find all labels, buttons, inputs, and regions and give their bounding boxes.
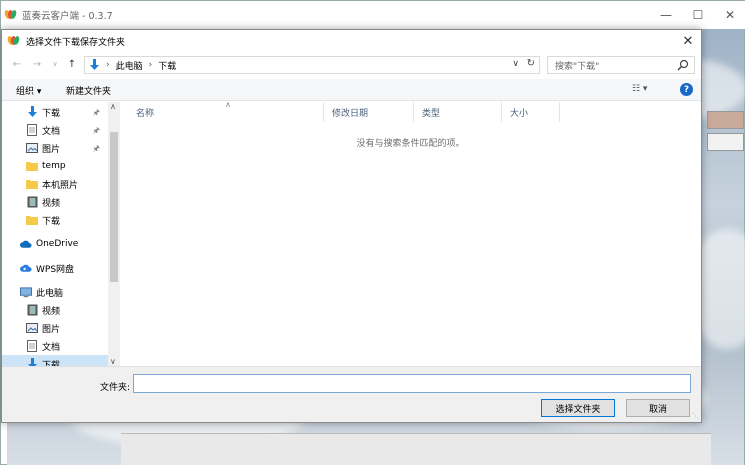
document-icon [26, 124, 38, 136]
computer-icon [20, 286, 32, 298]
nav-item-videos[interactable]: 视频 [2, 193, 108, 211]
background-button [707, 111, 744, 129]
nav-item-label: OneDrive [36, 239, 79, 249]
empty-message: 没有与搜索条件匹配的项。 [356, 139, 465, 149]
up-arrow-icon[interactable]: ↑ [65, 57, 79, 71]
download-icon [26, 358, 38, 366]
picture-icon [26, 323, 38, 334]
nav-item-label: 本机照片 [42, 180, 79, 191]
new-folder-button[interactable]: 新建文件夹 [66, 84, 111, 97]
breadcrumb-downloads[interactable]: 下载 [158, 59, 176, 72]
folder-icon [26, 161, 38, 172]
address-row: ← → ∨ ↑ › 此电脑 › 下载 ∨ ↻ 搜索"下载" [2, 54, 701, 76]
forward-arrow-icon[interactable]: → [30, 57, 44, 71]
nav-item-label: 下载 [42, 108, 61, 119]
dialog-title: 选择文件下载保存文件夹 [26, 37, 126, 48]
dialog-titlebar: 选择文件下载保存文件夹 ✕ [2, 30, 701, 52]
app-titlebar: 蓝奏云客户端 - 0.3.7 — ☐ ✕ [1, 1, 745, 29]
folder-label: 文件夹: [100, 383, 131, 393]
scroll-down-icon[interactable]: ∨ [110, 357, 116, 366]
refresh-icon[interactable]: ↻ [527, 58, 535, 69]
history-chevron-icon[interactable]: ∨ [48, 57, 62, 71]
breadcrumb-this-pc[interactable]: 此电脑 [116, 59, 143, 72]
nav-item-local-photos[interactable]: 本机照片 [2, 175, 108, 193]
app-logo-icon [3, 9, 18, 20]
file-list: ∧ 名称 修改日期 类型 大小 没有与搜索条件匹配的项。 [120, 100, 701, 366]
toolbar: 组织 ▾ 新建文件夹 ☷ ▾ ? [2, 79, 701, 101]
cloud-icon [20, 239, 32, 250]
address-bar[interactable]: › 此电脑 › 下载 ∨ ↻ [84, 56, 540, 74]
scroll-up-icon[interactable]: ∧ [110, 102, 116, 111]
search-placeholder: 搜索"下载" [555, 61, 600, 72]
nav-item-pc-videos[interactable]: 视频 [2, 301, 108, 319]
download-icon [26, 106, 38, 118]
search-input[interactable]: 搜索"下载" [547, 56, 695, 74]
document-icon [26, 340, 38, 352]
nav-item-label: 下载 [42, 360, 61, 367]
download-icon [88, 59, 100, 71]
close-icon[interactable]: ✕ [679, 32, 697, 50]
dialog-footer: 文件夹: 选择文件夹 取消 ⋱ [2, 366, 701, 422]
nav-pane-scrollbar[interactable]: ∧ ∨ [108, 102, 120, 366]
picture-icon [26, 143, 38, 154]
app-window-controls: — ☐ ✕ [650, 1, 745, 29]
address-dropdown-icon[interactable]: ∨ [512, 59, 519, 69]
nav-item-label: 下载 [42, 216, 61, 227]
nav-item-label: 此电脑 [36, 288, 64, 299]
organize-button[interactable]: 组织 ▾ [16, 84, 41, 97]
background-panel [121, 433, 711, 465]
breadcrumb-separator: › [106, 60, 110, 70]
pin-icon[interactable]: 🖈 [93, 107, 100, 121]
wps-cloud-icon [20, 263, 32, 274]
nav-item-label: 视频 [42, 198, 61, 209]
nav-item-label: 图片 [42, 144, 61, 155]
nav-item-downloads-pinned[interactable]: 下载 🖈 [2, 103, 108, 121]
close-icon[interactable]: ✕ [714, 1, 745, 29]
nav-item-documents-pinned[interactable]: 文档 🖈 [2, 121, 108, 139]
view-options-icon[interactable]: ☷ ▾ [632, 84, 647, 94]
nav-item-this-pc[interactable]: 此电脑 [2, 283, 108, 301]
column-header-modified[interactable]: 修改日期 [324, 102, 414, 122]
column-header-name[interactable]: 名称 [128, 102, 324, 122]
help-icon[interactable]: ? [680, 83, 693, 96]
nav-item-pc-downloads[interactable]: 下载 [2, 355, 108, 366]
nav-item-label: 文档 [42, 126, 61, 137]
nav-item-temp[interactable]: temp [2, 157, 108, 175]
resize-grip-icon[interactable]: ⋱ [692, 412, 699, 420]
nav-item-pictures-pinned[interactable]: 图片 🖈 [2, 139, 108, 157]
background-field [707, 133, 744, 151]
nav-item-label: 视频 [42, 306, 61, 317]
column-header-type[interactable]: 类型 [414, 102, 502, 122]
pin-icon[interactable]: 🖈 [93, 125, 100, 139]
nav-item-label: WPS网盘 [36, 264, 75, 275]
app-title: 蓝奏云客户端 - 0.3.7 [22, 11, 113, 22]
pin-icon[interactable]: 🖈 [93, 143, 100, 157]
folder-picker-dialog: 选择文件下载保存文件夹 ✕ ← → ∨ ↑ › 此电脑 › 下载 ∨ ↻ 搜索"… [1, 29, 702, 423]
nav-item-label: 图片 [42, 324, 61, 335]
search-icon[interactable] [677, 59, 689, 71]
scrollbar-thumb[interactable] [110, 132, 118, 282]
nav-item-onedrive[interactable]: OneDrive [2, 235, 108, 253]
folder-name-input[interactable] [133, 374, 691, 393]
video-icon [26, 196, 38, 208]
breadcrumb-separator: › [148, 60, 153, 70]
maximize-icon[interactable]: ☐ [682, 1, 714, 29]
nav-item-download-folder[interactable]: 下载 [2, 211, 108, 229]
minimize-icon[interactable]: — [650, 1, 682, 29]
column-header-size[interactable]: 大小 [502, 102, 560, 122]
nav-item-label: 文档 [42, 342, 61, 353]
navigation-pane: 下载 🖈 文档 🖈 图片 🖈 temp 本机照片 视频 下载 OneDrive … [2, 102, 120, 366]
folder-icon [26, 215, 38, 226]
back-arrow-icon[interactable]: ← [10, 57, 24, 71]
folder-icon [26, 179, 38, 190]
nav-item-pc-documents[interactable]: 文档 [2, 337, 108, 355]
select-folder-button[interactable]: 选择文件夹 [541, 399, 615, 417]
nav-item-pc-pictures[interactable]: 图片 [2, 319, 108, 337]
nav-item-label: temp [42, 161, 66, 171]
video-icon [26, 304, 38, 316]
nav-item-wps-cloud[interactable]: WPS网盘 [2, 259, 108, 277]
cancel-button[interactable]: 取消 [626, 399, 690, 417]
app-logo-icon [6, 35, 21, 46]
